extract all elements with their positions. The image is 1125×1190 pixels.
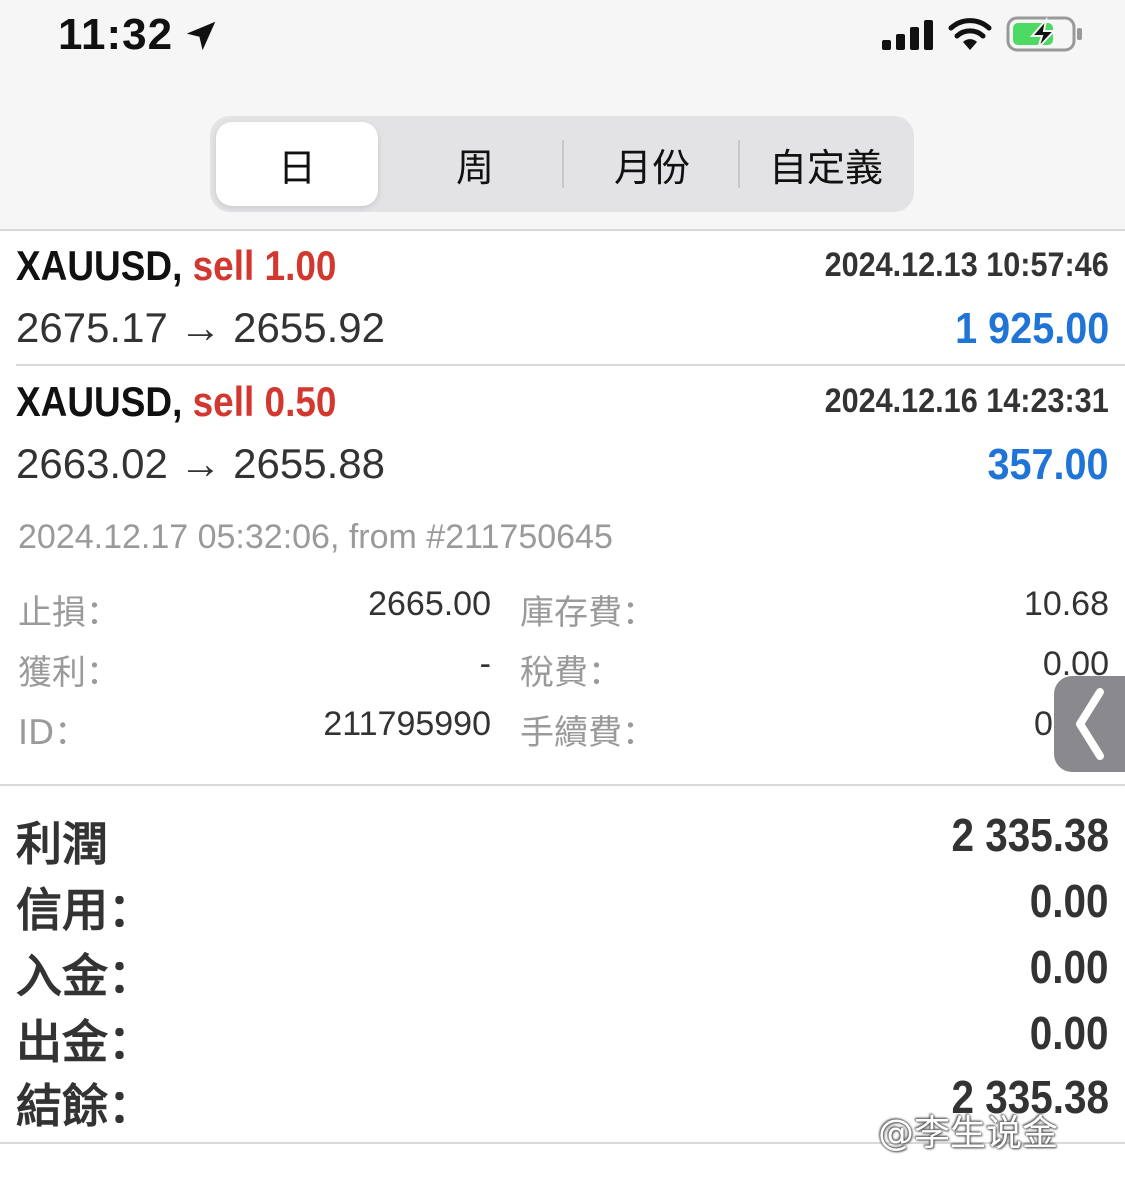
summary-deposit-value: 0.00 — [1030, 941, 1109, 993]
battery-charging-icon — [1006, 16, 1082, 52]
segment-divider — [738, 140, 740, 188]
summary-balance-label: 結餘： — [16, 1079, 154, 1133]
summary-withdrawal-value: 0.00 — [1030, 1007, 1109, 1059]
trade-side: sell 0.50 — [192, 378, 337, 425]
chevron-left-icon — [1076, 688, 1104, 760]
location-arrow-icon — [186, 21, 216, 51]
stop-loss-label: 止損： — [18, 593, 120, 633]
side-panel-handle[interactable] — [1054, 676, 1125, 772]
commission-value: 0 — [1034, 705, 1053, 743]
take-profit-label: 獲利： — [18, 653, 120, 693]
trade-profit: 357.00 — [987, 440, 1109, 489]
tab-month[interactable]: 月份 — [566, 122, 738, 206]
id-value: 211795990 — [323, 705, 491, 743]
divider — [0, 229, 1125, 231]
swap-label: 庫存費： — [520, 593, 656, 633]
take-profit-value: - — [479, 645, 491, 683]
divider — [16, 364, 1125, 366]
trade-datetime: 2024.12.13 10:57:46 — [824, 246, 1109, 284]
trade-prices: 2663.02 → 2655.88 — [16, 440, 385, 487]
segment-divider — [562, 140, 564, 188]
summary-deposit-label: 入金： — [16, 949, 154, 1003]
watermark: @李生说金 — [878, 1113, 1059, 1154]
tab-week[interactable]: 周 — [390, 122, 560, 206]
id-label: ID： — [18, 713, 89, 753]
trade-close-info: 2024.12.17 05:32:06, from #211750645 — [18, 518, 613, 556]
summary-withdrawal-label: 出金： — [16, 1015, 154, 1069]
summary-credit-label: 信用： — [16, 883, 154, 937]
trade-symbol: XAUUSD, — [16, 378, 183, 425]
trade-prices: 2675.17 → 2655.92 — [16, 304, 385, 351]
tab-custom[interactable]: 自定義 — [742, 122, 910, 206]
tax-label: 稅費： — [520, 653, 622, 693]
summary-credit-value: 0.00 — [1030, 875, 1109, 927]
status-time: 11:32 — [58, 10, 174, 59]
tab-day[interactable]: 日 — [216, 122, 378, 206]
summary-profit-value: 2 335.38 — [951, 809, 1109, 861]
cellular-signal-icon — [882, 20, 933, 50]
swap-value: 10.68 — [1023, 585, 1109, 623]
trade-profit: 1 925.00 — [954, 304, 1109, 353]
trade-side: sell 1.00 — [192, 242, 337, 289]
wifi-icon — [948, 18, 992, 50]
divider — [0, 784, 1125, 786]
trade-symbol: XAUUSD, — [16, 242, 183, 289]
trade-datetime: 2024.12.16 14:23:31 — [824, 382, 1109, 420]
stop-loss-value: 2665.00 — [368, 585, 491, 623]
commission-label: 手續費： — [520, 713, 656, 753]
summary-profit-label: 利潤 — [16, 817, 108, 871]
period-segmented-control: 日 周 月份 自定義 — [210, 116, 914, 212]
